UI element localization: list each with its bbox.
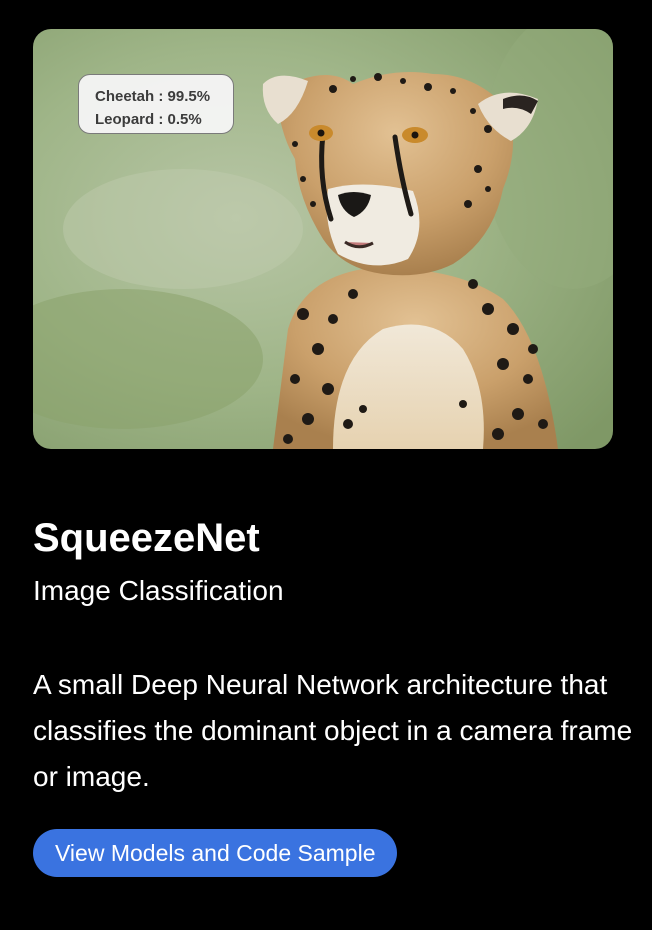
sample-image: Cheetah : 99.5% Leopard : 0.5%: [33, 29, 613, 449]
model-card: Cheetah : 99.5% Leopard : 0.5% SqueezeNe…: [0, 0, 652, 930]
model-description: A small Deep Neural Network architecture…: [33, 669, 633, 792]
prediction-leopard: Leopard : 0.5%: [95, 111, 202, 128]
view-models-button[interactable]: View Models and Code Sample: [33, 829, 398, 877]
model-category: Image Classification: [33, 575, 284, 606]
prediction-overlay: Cheetah : 99.5% Leopard : 0.5%: [78, 74, 234, 134]
model-title: SqueezeNet: [33, 516, 260, 560]
prediction-cheetah: Cheetah : 99.5%: [95, 88, 211, 105]
